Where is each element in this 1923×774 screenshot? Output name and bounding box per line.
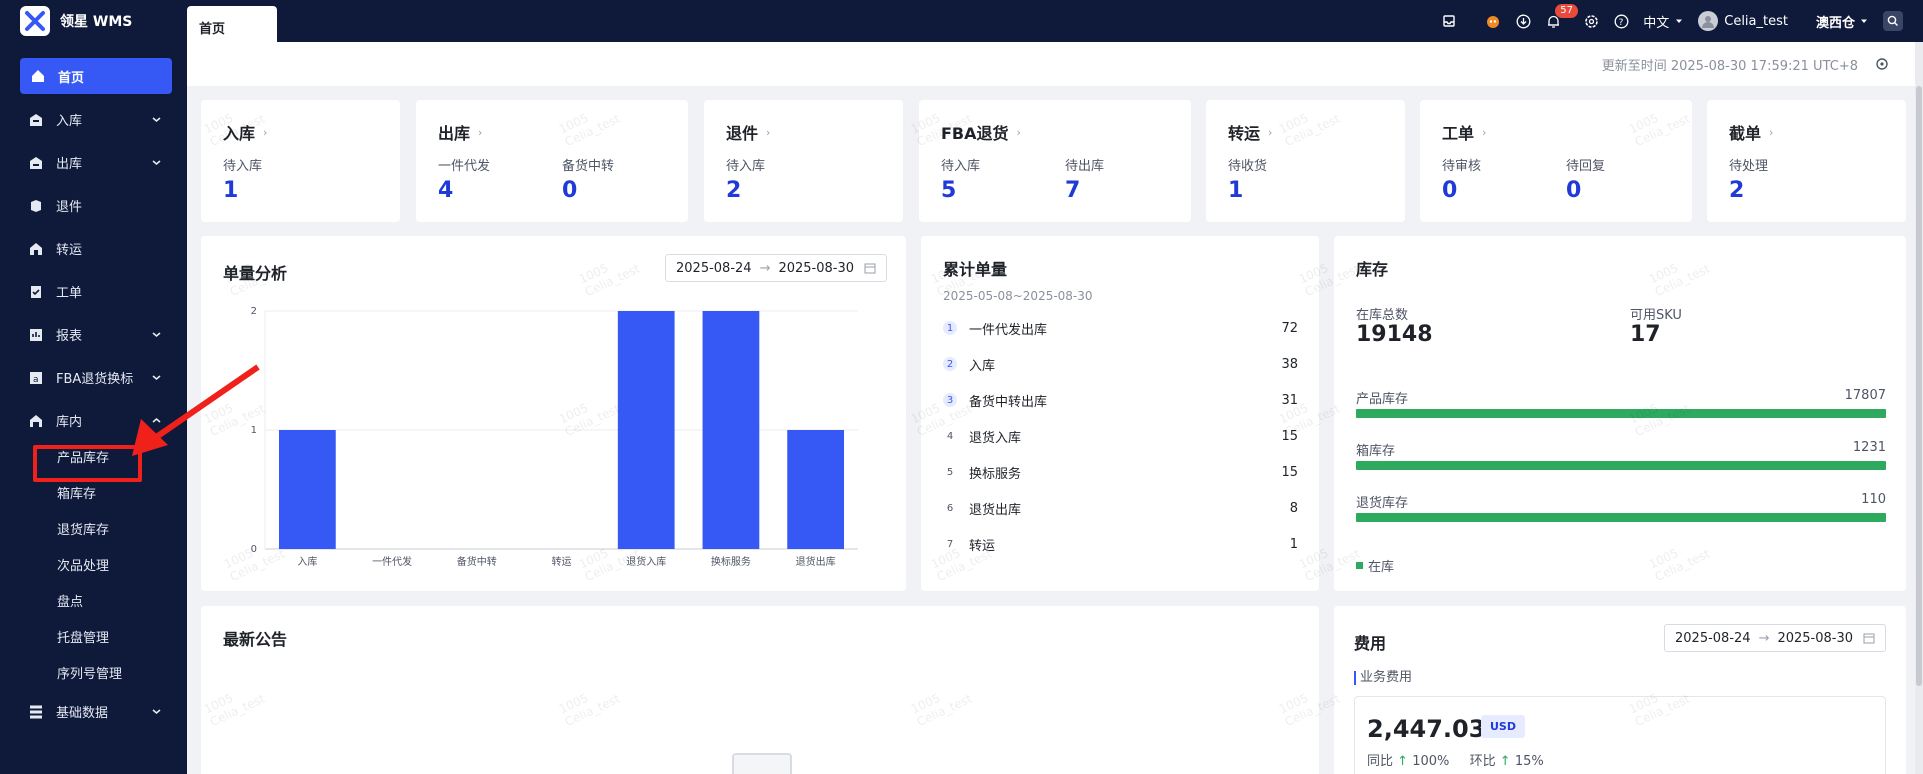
app-root: 领星 WMS 首页 入库 出库 退件 转运 工单 报表 a FBA退货换标 库内… bbox=[0, 0, 1923, 774]
annotation-arrow bbox=[132, 364, 260, 456]
